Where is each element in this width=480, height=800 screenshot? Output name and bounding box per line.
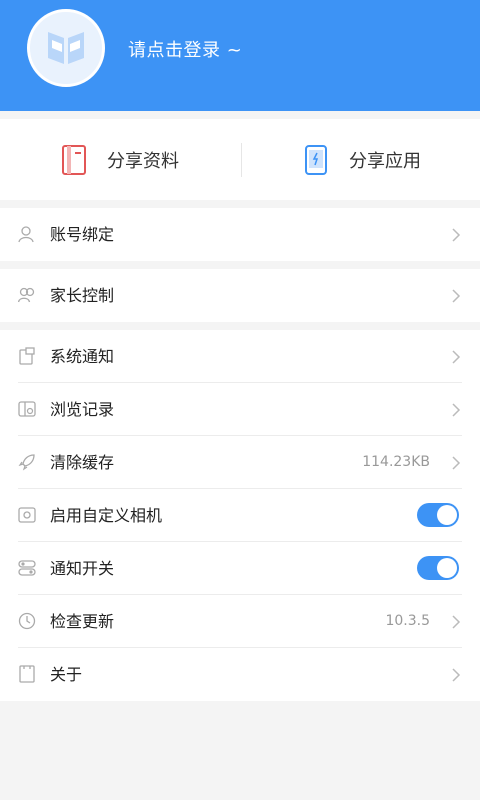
- custom-camera-toggle[interactable]: [417, 503, 459, 527]
- row-account-binding[interactable]: 账号绑定: [0, 208, 480, 261]
- chevron-right-icon: [449, 288, 463, 304]
- login-prompt[interactable]: 请点击登录 ~: [128, 36, 242, 62]
- share-materials-button[interactable]: 分享资料: [60, 119, 179, 200]
- notification-icon: [18, 347, 36, 365]
- camera-icon: [18, 506, 36, 524]
- chevron-right-icon: [449, 614, 463, 630]
- users-icon: [18, 286, 36, 304]
- row-label: 通知开关: [50, 559, 115, 578]
- share-card: 分享资料 分享应用: [0, 119, 480, 200]
- profile-header: 请点击登录 ~: [0, 0, 480, 111]
- rocket-icon: [18, 453, 36, 471]
- book-icon: [60, 143, 88, 177]
- row-about[interactable]: 关于: [0, 648, 480, 701]
- row-check-update[interactable]: 检查更新 10.3.5: [0, 595, 480, 648]
- info-icon: [18, 665, 36, 683]
- row-label: 关于: [50, 665, 83, 684]
- version-value: 10.3.5: [385, 613, 430, 629]
- row-clear-cache[interactable]: 清除缓存 114.23KB: [0, 436, 480, 489]
- row-custom-camera: 启用自定义相机: [0, 489, 480, 542]
- row-system-notification[interactable]: 系统通知: [0, 330, 480, 383]
- share-app-button[interactable]: 分享应用: [302, 119, 421, 200]
- cache-size-value: 114.23KB: [362, 454, 430, 470]
- chevron-right-icon: [449, 455, 463, 471]
- chevron-right-icon: [449, 402, 463, 418]
- toggle-knob: [437, 505, 457, 525]
- divider: [241, 143, 242, 177]
- chevron-right-icon: [449, 667, 463, 683]
- chevron-right-icon: [449, 349, 463, 365]
- update-icon: [18, 612, 36, 630]
- chevron-right-icon: [449, 227, 463, 243]
- row-label: 家长控制: [50, 286, 115, 305]
- book-logo-icon: [48, 32, 84, 64]
- row-label: 浏览记录: [50, 400, 115, 419]
- account-group: 账号绑定: [0, 208, 480, 261]
- row-browsing-history[interactable]: 浏览记录: [0, 383, 480, 436]
- row-label: 系统通知: [50, 347, 115, 366]
- row-label: 账号绑定: [50, 225, 115, 244]
- history-icon: [18, 400, 36, 418]
- share-materials-label: 分享资料: [107, 150, 179, 172]
- row-parental-control[interactable]: 家长控制: [0, 269, 480, 322]
- settings-group: 系统通知 浏览记录 清除缓存 114.23KB 启用自定义相机 通知开关 检查更…: [0, 330, 480, 701]
- user-icon: [18, 225, 36, 243]
- toggle-knob: [437, 558, 457, 578]
- switch-icon: [18, 559, 36, 577]
- phone-icon: [302, 143, 330, 177]
- row-label: 启用自定义相机: [50, 506, 163, 525]
- row-label: 检查更新: [50, 612, 115, 631]
- share-app-label: 分享应用: [349, 150, 421, 172]
- avatar[interactable]: [27, 9, 105, 87]
- notification-toggle[interactable]: [417, 556, 459, 580]
- row-label: 清除缓存: [50, 453, 115, 472]
- row-notification-switch: 通知开关: [0, 542, 480, 595]
- parent-group: 家长控制: [0, 269, 480, 322]
